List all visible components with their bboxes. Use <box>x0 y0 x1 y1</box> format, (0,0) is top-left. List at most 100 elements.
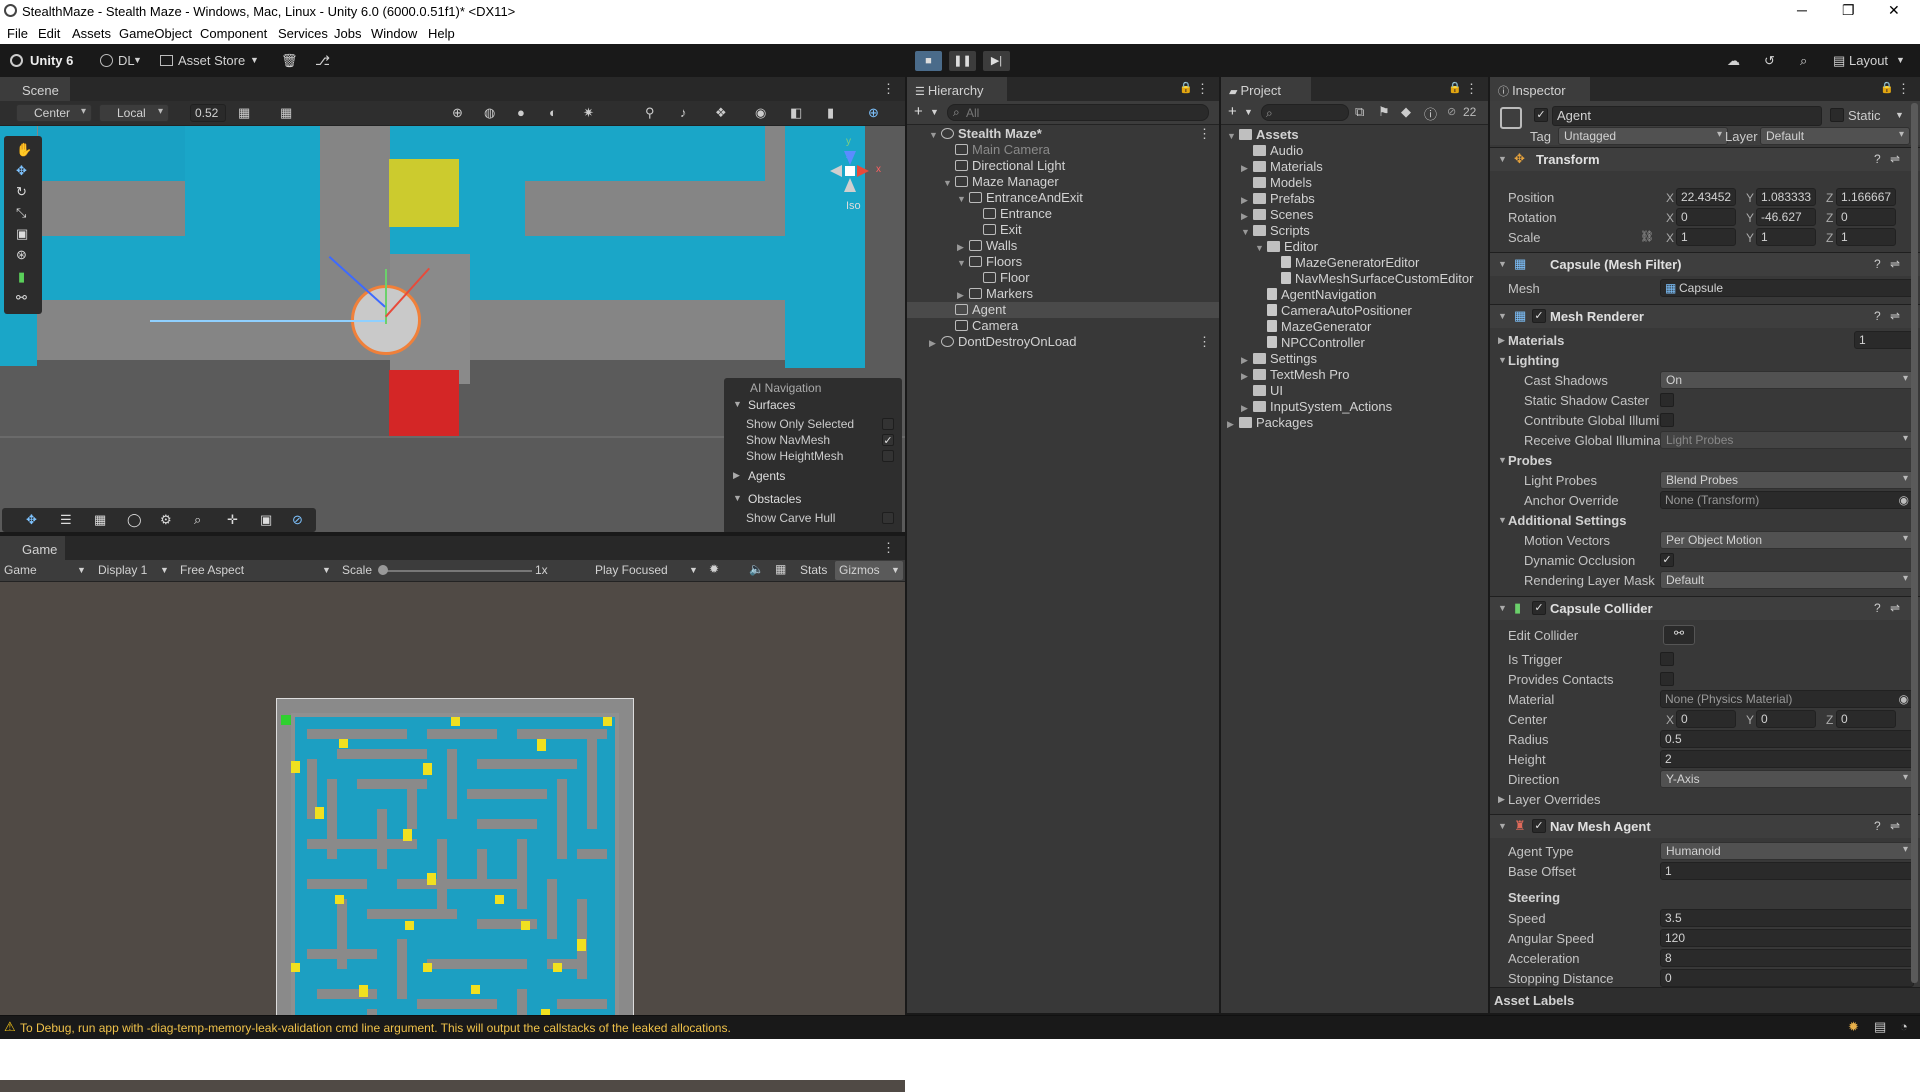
transform-header[interactable]: ▼ ✥ Transform ? ⇌ ⋮ <box>1490 147 1920 171</box>
filter-type-icon[interactable]: ⧉ <box>1355 104 1364 120</box>
keyboard-icon[interactable]: ▦ <box>775 562 786 576</box>
renderer-enabled-checkbox[interactable]: ✓ <box>1532 309 1546 323</box>
step-button[interactable]: ▶| <box>983 51 1010 71</box>
chevron-right-icon[interactable]: ▶ <box>1241 195 1253 206</box>
game-viewport[interactable] <box>276 698 634 1054</box>
lighting-foldout[interactable]: Lighting <box>1508 353 1559 368</box>
stopping-distance-field[interactable]: 0 <box>1660 969 1914 987</box>
lighting-icon[interactable]: ✷ <box>583 105 594 121</box>
project-item[interactable]: ▼ Scripts <box>1221 223 1488 239</box>
move-tool-icon[interactable]: ✥ <box>16 163 27 179</box>
space-dropdown[interactable]: Local <box>99 104 169 122</box>
grid-icon[interactable]: ▦ <box>238 105 250 121</box>
agents-foldout[interactable]: Agents <box>748 469 785 483</box>
custom-tool-icon[interactable]: ⚯ <box>16 290 27 306</box>
renderer-header[interactable]: ▼ ▦ ✓ Mesh Renderer ? ⇌ ⋮ <box>1490 304 1920 328</box>
lit-icon[interactable]: ◐ <box>549 105 557 120</box>
motion-vectors-dropdown[interactable]: Per Object Motion <box>1660 531 1914 549</box>
project-item[interactable]: ▶ Prefabs <box>1221 191 1488 207</box>
hierarchy-item[interactable]: Entrance <box>907 206 1219 222</box>
show-navmesh-checkbox[interactable]: ✓ <box>882 434 894 447</box>
rendering-layer-mask-dropdown[interactable]: Default <box>1660 571 1914 589</box>
project-item[interactable]: UI <box>1221 383 1488 399</box>
hierarchy-item[interactable]: ▼ Floors <box>907 254 1219 270</box>
navagent-enabled-checkbox[interactable]: ✓ <box>1532 819 1546 833</box>
chevron-down-icon[interactable]: ▼ <box>1241 227 1253 237</box>
more-icon[interactable]: ⋮ <box>882 81 895 97</box>
chevron-down-icon[interactable]: ▼ <box>943 178 955 188</box>
chevron-right-icon[interactable]: ▶ <box>1241 355 1253 366</box>
project-item[interactable]: MazeGeneratorEditor <box>1221 255 1488 271</box>
more-icon[interactable]: ⋮ <box>1465 81 1478 97</box>
move-icon[interactable]: ✥ <box>26 512 37 528</box>
menu-window[interactable]: Window <box>371 26 417 41</box>
hand-tool-icon[interactable]: ✋ <box>16 142 32 158</box>
stats-button[interactable]: Stats <box>800 563 827 577</box>
menu-gameobject[interactable]: GameObject <box>119 26 192 41</box>
help-icon[interactable]: ? <box>1874 601 1881 615</box>
add-icon[interactable]: + <box>1228 103 1237 120</box>
static-shadow-caster-checkbox[interactable] <box>1660 393 1674 407</box>
chevron-down-icon[interactable]: ▼ <box>1227 131 1239 141</box>
help-icon[interactable]: ? <box>1874 309 1881 323</box>
aspect-dropdown[interactable]: Free Aspect <box>180 563 244 577</box>
circle-icon[interactable]: ◯ <box>127 512 142 528</box>
layer-dropdown[interactable]: Default <box>1760 127 1910 145</box>
orientation-gizmo[interactable]: y x z Iso <box>820 136 881 216</box>
project-item[interactable]: ▼ Assets <box>1221 127 1488 143</box>
maximize-button[interactable]: ❐ <box>1842 2 1855 19</box>
wireframe-icon[interactable]: ◍ <box>484 105 495 121</box>
collider-tool-icon[interactable]: ▮ <box>18 269 25 285</box>
project-item[interactable]: ▶ Packages <box>1221 415 1488 431</box>
height-field[interactable]: 2 <box>1660 750 1914 768</box>
memory-icon[interactable]: ▤ <box>1874 1019 1886 1035</box>
acceleration-field[interactable]: 8 <box>1660 949 1914 967</box>
tab-scene[interactable]: Scene <box>0 77 70 101</box>
filter-label-icon[interactable]: ⚑ <box>1378 104 1390 120</box>
probes-foldout[interactable]: Probes <box>1508 453 1552 468</box>
snap-field[interactable]: 0.52 <box>190 104 226 122</box>
scale-x-field[interactable]: 1 <box>1676 228 1736 246</box>
target-icon[interactable]: ◉ <box>1899 493 1909 507</box>
cloud-icon[interactable]: ☁ <box>1727 53 1740 69</box>
speed-field[interactable]: 3.5 <box>1660 909 1914 927</box>
scale-slider[interactable] <box>382 570 532 572</box>
project-item[interactable]: ▶ InputSystem_Actions <box>1221 399 1488 415</box>
position-x-field[interactable]: 22.43452 <box>1676 188 1736 206</box>
pause-button[interactable]: ❚❚ <box>949 51 976 71</box>
contribute-gi-checkbox[interactable] <box>1660 413 1674 427</box>
project-item[interactable]: NPCController <box>1221 335 1488 351</box>
zoom-icon[interactable]: ⌕ <box>194 512 201 528</box>
version-control-icon[interactable]: ⎇ <box>315 53 330 69</box>
search-icon[interactable]: ⌕ <box>1800 53 1807 69</box>
show-only-selected-checkbox[interactable] <box>882 418 894 430</box>
hierarchy-item[interactable]: Directional Light <box>907 158 1219 174</box>
bug-icon[interactable]: ✹ <box>709 562 719 576</box>
project-item[interactable]: ▶ Materials <box>1221 159 1488 175</box>
project-item[interactable]: MazeGenerator <box>1221 319 1488 335</box>
chevron-right-icon[interactable]: ▶ <box>957 290 969 301</box>
object-name-field[interactable]: Agent <box>1552 106 1822 126</box>
fx-icon[interactable]: ⚲ <box>645 105 655 121</box>
obstacles-foldout[interactable]: Obstacles <box>748 492 801 506</box>
chevron-down-icon[interactable]: ▼ <box>1255 243 1267 253</box>
inspector-scrollbar[interactable] <box>1911 103 1918 983</box>
render-icon[interactable]: ▮ <box>827 105 834 121</box>
menu-assets[interactable]: Assets <box>72 26 111 41</box>
project-item[interactable]: ▶ Scenes <box>1221 207 1488 223</box>
navagent-header[interactable]: ▼ ♜ ✓ Nav Mesh Agent ? ⇌ ⋮ <box>1490 814 1920 838</box>
project-item[interactable]: Audio <box>1221 143 1488 159</box>
dynamic-occlusion-checkbox[interactable]: ✓ <box>1660 553 1674 567</box>
hierarchy-item[interactable]: Floor <box>907 270 1219 286</box>
project-item[interactable]: CameraAutoPositioner <box>1221 303 1488 319</box>
rotation-x-field[interactable]: 0 <box>1676 208 1736 226</box>
hierarchy-item[interactable]: Agent <box>907 302 1219 318</box>
chevron-down-icon[interactable]: ▼ <box>1895 110 1904 120</box>
preset-icon[interactable]: ⇌ <box>1890 819 1900 833</box>
hierarchy-item[interactable]: ▶ DontDestroyOnLoad ⋮ <box>907 334 1219 350</box>
play-focused-dropdown[interactable]: Play Focused <box>595 563 668 577</box>
menu-services[interactable]: Services <box>278 26 328 41</box>
agent-type-dropdown[interactable]: Humanoid <box>1660 842 1914 860</box>
layers-icon[interactable]: ❖ <box>715 105 727 121</box>
display-icon[interactable]: ▣ <box>260 512 272 528</box>
